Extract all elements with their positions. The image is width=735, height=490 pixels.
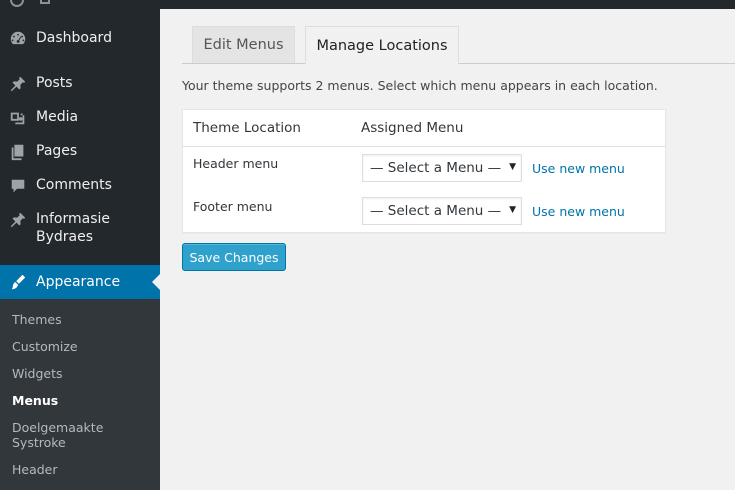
dashboard-icon	[8, 29, 28, 49]
use-new-menu-link-header[interactable]: Use new menu	[532, 161, 625, 176]
location-label-footer-menu: Footer menu	[193, 199, 273, 214]
comment-icon	[8, 176, 28, 196]
appearance-submenu: Themes Customize Widgets Menus Doelgemaa…	[0, 299, 160, 490]
select-value: — Select a Menu —	[370, 160, 502, 176]
sidebar-item-informasie-bydraes[interactable]: Informasie Bydraes	[0, 210, 160, 246]
submenu-item-widgets[interactable]: Widgets	[12, 366, 63, 381]
admin-bar	[0, 0, 735, 9]
sidebar-item-label: Media	[36, 109, 79, 125]
submenu-item-doelgemaakte-systroke[interactable]: Doelgemaakte Systroke	[12, 420, 122, 450]
select-value: — Select a Menu —	[370, 203, 502, 219]
admin-sidebar: Dashboard Posts Media Pages Comments Inf…	[0, 9, 160, 490]
sidebar-item-label: Dashboard	[36, 30, 112, 46]
sidebar-item-comments[interactable]: Comments	[0, 176, 160, 196]
pin-icon	[8, 210, 28, 230]
submenu-item-themes[interactable]: Themes	[12, 312, 62, 327]
submenu-item-customize[interactable]: Customize	[12, 339, 78, 354]
header-menu-select[interactable]: — Select a Menu — ▼	[362, 154, 522, 182]
submenu-item-menus[interactable]: Menus	[12, 393, 58, 408]
sidebar-item-pages[interactable]: Pages	[0, 142, 160, 162]
brush-icon	[8, 272, 28, 292]
footer-menu-select[interactable]: — Select a Menu — ▼	[362, 197, 522, 225]
column-header-assigned-menu: Assigned Menu	[361, 120, 464, 136]
chevron-down-icon: ▼	[509, 205, 516, 215]
submenu-item-header[interactable]: Header	[12, 462, 58, 477]
pin-icon	[8, 74, 28, 94]
sidebar-item-appearance[interactable]: Appearance	[0, 265, 160, 299]
column-header-theme-location: Theme Location	[193, 120, 301, 136]
table-header-divider	[183, 146, 665, 147]
sidebar-item-label: Pages	[36, 143, 78, 159]
tab-manage-locations[interactable]: Manage Locations	[305, 26, 459, 64]
media-icon	[8, 108, 28, 128]
sidebar-item-label: Appearance	[36, 274, 121, 290]
chevron-down-icon: ▼	[509, 162, 516, 172]
sidebar-item-dashboard[interactable]: Dashboard	[0, 29, 160, 49]
site-icon[interactable]	[40, 0, 50, 4]
sidebar-item-label: Informasie Bydraes	[36, 211, 111, 245]
use-new-menu-link-footer[interactable]: Use new menu	[532, 204, 625, 219]
page-description: Your theme supports 2 menus. Select whic…	[182, 78, 658, 93]
sidebar-item-media[interactable]: Media	[0, 108, 160, 128]
location-label-header-menu: Header menu	[193, 156, 279, 171]
sidebar-item-label: Posts	[36, 75, 73, 91]
menu-locations-table: Theme Location Assigned Menu Header menu…	[182, 109, 666, 233]
tab-edit-menus[interactable]: Edit Menus	[192, 26, 295, 63]
save-changes-button[interactable]: Save Changes	[182, 243, 286, 271]
pages-icon	[8, 142, 28, 162]
current-menu-arrow	[152, 274, 160, 290]
sidebar-item-posts[interactable]: Posts	[0, 74, 160, 94]
sidebar-item-label: Comments	[36, 177, 112, 193]
wordpress-logo-icon[interactable]	[10, 0, 24, 7]
